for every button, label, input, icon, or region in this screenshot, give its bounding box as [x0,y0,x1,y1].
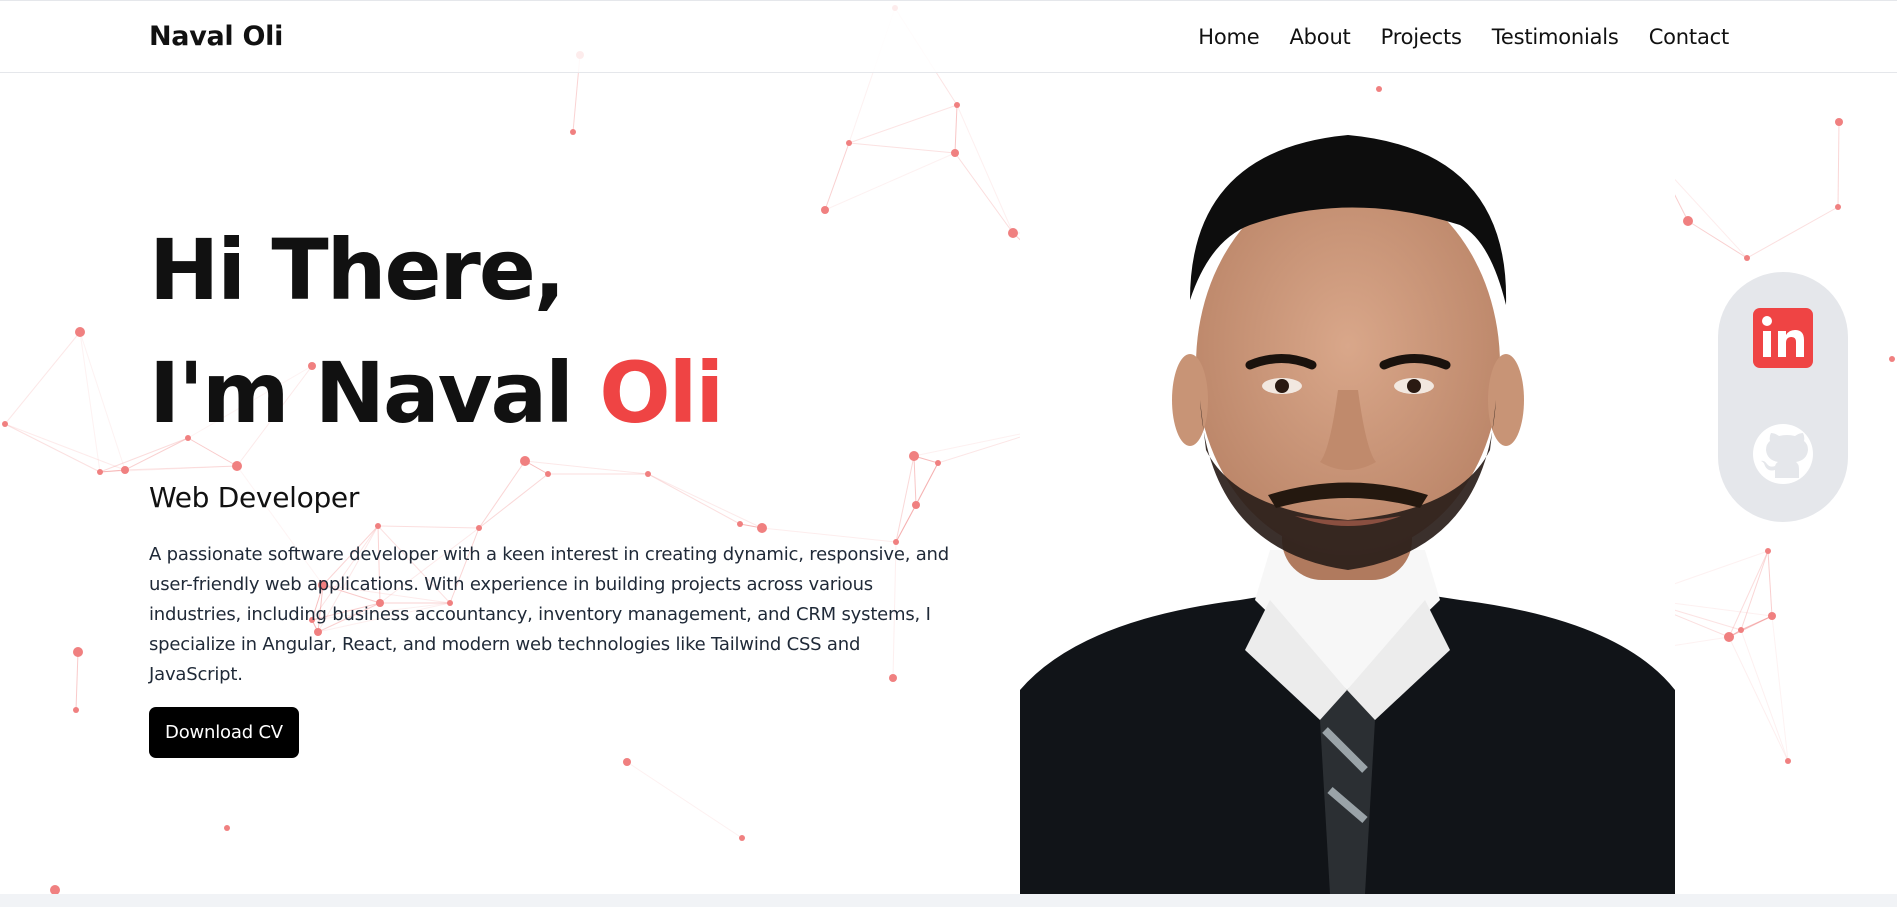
network-node [1738,627,1744,633]
social-links-panel [1718,272,1848,522]
network-node [476,525,482,531]
github-icon[interactable] [1751,422,1815,486]
network-node [224,825,230,831]
network-link [956,104,1014,234]
hero-intro-accent: Oli [599,344,724,442]
network-node [97,469,103,475]
network-link [377,525,480,529]
network-link [79,331,101,473]
network-node [1683,216,1693,226]
network-node [623,758,631,766]
hero-greeting: Hi There, [149,221,566,319]
network-link [1767,550,1773,617]
network-link [895,455,915,543]
network-link [824,152,956,211]
brand-logo[interactable]: Naval Oli [149,21,283,52]
network-link [4,423,126,471]
network-link [647,473,741,525]
network-node [73,647,83,657]
nav-link-about[interactable]: About [1290,25,1351,49]
hero-bio: A passionate software developer with a k… [149,544,949,685]
network-node [737,521,743,527]
network-link [1728,615,1773,638]
network-link [124,465,238,471]
hero-intro: I'm Naval Oli [149,351,969,435]
network-link [4,331,81,425]
network-link [187,437,238,467]
linkedin-icon[interactable] [1751,306,1815,370]
nav-links: Home About Projects Testimonials Contact [1198,25,1729,49]
network-node [520,456,530,466]
network-node [1889,356,1895,362]
network-node [570,129,576,135]
network-node [821,206,829,214]
top-navbar: Naval Oli Home About Projects Testimonia… [0,0,1897,73]
network-node [739,835,745,841]
network-node [645,471,651,477]
nav-link-testimonials[interactable]: Testimonials [1492,25,1619,49]
network-node [50,885,60,894]
hero-intro-prefix: I'm Naval [149,344,600,442]
network-node [1008,228,1018,238]
nav-link-projects[interactable]: Projects [1381,25,1462,49]
network-node [121,466,129,474]
network-link [848,104,958,144]
network-link [954,104,958,154]
section-divider [0,894,1897,907]
network-node [1835,118,1843,126]
network-node [375,523,381,529]
download-cv-button[interactable]: Download CV [149,707,299,758]
nav-link-contact[interactable]: Contact [1649,25,1730,49]
network-link [478,460,526,529]
hero-heading: Hi There, I'm Naval Oli [149,228,969,435]
network-node [1744,255,1750,261]
network-link [824,142,850,211]
network-link [848,142,956,154]
network-link [1746,206,1839,259]
network-node [545,471,551,477]
network-link [895,504,917,543]
network-link [626,761,743,839]
network-node [846,140,852,146]
network-node [935,460,941,466]
profile-photo [1020,130,1675,894]
network-link [1837,121,1840,208]
network-node [1376,86,1382,92]
network-node [75,327,85,337]
network-link [99,437,189,473]
network-node [1768,612,1776,620]
network-node [1785,758,1791,764]
network-link [647,473,763,529]
network-node [1765,548,1771,554]
network-link [4,423,101,473]
network-link [913,455,917,506]
network-link [79,331,126,471]
network-node [909,451,919,461]
network-link [478,473,549,529]
network-node [954,102,960,108]
network-node [1724,632,1734,642]
network-link [524,460,649,475]
hero-role: Web Developer [149,481,360,514]
network-link [1728,636,1789,762]
network-node [912,501,920,509]
network-node [2,421,8,427]
network-node [73,707,79,713]
network-node [232,461,242,471]
network-link [1740,550,1769,631]
network-link [75,651,79,711]
network-node [757,523,767,533]
nav-link-home[interactable]: Home [1198,25,1259,49]
network-link [954,152,1014,234]
network-link [1728,550,1769,638]
network-link [124,437,189,471]
network-node [1835,204,1841,210]
network-node [951,149,959,157]
